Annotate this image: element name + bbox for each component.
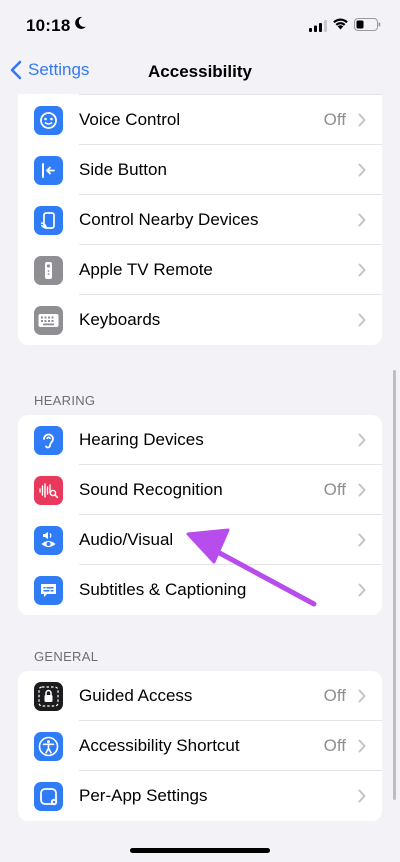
row-value: Off — [323, 736, 346, 755]
side-button-icon — [34, 156, 63, 185]
scroll-indicator[interactable] — [393, 370, 396, 800]
row-voice-control[interactable]: Voice Control Off — [18, 95, 382, 145]
row-label: Guided Access — [79, 686, 193, 705]
chevron-right-icon — [358, 739, 366, 758]
accessibility-icon — [34, 732, 63, 761]
subtitles-icon — [34, 576, 63, 605]
chevron-right-icon — [358, 689, 366, 708]
ear-icon — [34, 426, 63, 455]
chevron-right-icon — [358, 163, 366, 182]
cellular-signal-icon — [309, 19, 327, 37]
keyboard-icon — [34, 306, 63, 335]
battery-icon — [354, 18, 381, 36]
status-time: 10:18 — [26, 16, 71, 35]
row-label: Voice Control — [79, 110, 181, 129]
tv-remote-icon — [34, 256, 63, 285]
row-value: Off — [323, 110, 346, 129]
row-per-app-settings[interactable]: Per-App Settings — [18, 771, 382, 821]
per-app-icon — [34, 782, 63, 811]
chevron-right-icon — [358, 533, 366, 552]
settings-list[interactable]: Voice Control Off Side Button Control Ne… — [0, 94, 400, 862]
chevron-right-icon — [358, 113, 366, 132]
status-bar: 10:18 — [0, 0, 400, 52]
row-label: Control Nearby Devices — [79, 210, 259, 229]
row-label: Hearing Devices — [79, 430, 204, 449]
home-indicator[interactable] — [130, 848, 270, 853]
general-group: Guided Access Off Accessibility Shortcut… — [18, 671, 382, 821]
chevron-right-icon — [358, 213, 366, 232]
row-label: Apple TV Remote — [79, 260, 213, 279]
row-label: Keyboards — [79, 310, 161, 329]
row-sound-recognition[interactable]: Sound Recognition Off — [18, 465, 382, 515]
row-guided-access[interactable]: Guided Access Off — [18, 671, 382, 721]
row-label: Sound Recognition — [79, 480, 223, 499]
chevron-right-icon — [358, 433, 366, 452]
row-keyboards[interactable]: Keyboards — [18, 295, 382, 345]
row-hearing-devices[interactable]: Hearing Devices — [18, 415, 382, 465]
guided-access-icon — [34, 682, 63, 711]
wifi-icon — [332, 17, 349, 35]
row-control-nearby-devices[interactable]: Control Nearby Devices — [18, 195, 382, 245]
sound-recognition-icon — [34, 476, 63, 505]
chevron-right-icon — [358, 483, 366, 502]
chevron-right-icon — [358, 789, 366, 808]
row-label: Audio/Visual — [79, 530, 174, 549]
section-header-hearing: HEARING — [34, 393, 96, 408]
chevron-right-icon — [358, 313, 366, 332]
row-side-button[interactable]: Side Button — [18, 145, 382, 195]
row-label: Side Button — [79, 160, 167, 179]
annotation-arrow-icon — [186, 528, 317, 607]
audio-visual-icon — [34, 526, 63, 555]
row-value: Off — [323, 480, 346, 499]
section-header-general: GENERAL — [34, 649, 99, 664]
row-label: Accessibility Shortcut — [79, 736, 240, 755]
row-label: Per-App Settings — [79, 786, 208, 805]
chevron-right-icon — [358, 263, 366, 282]
nearby-devices-icon — [34, 206, 63, 235]
interaction-group: Voice Control Off Side Button Control Ne… — [18, 94, 382, 345]
navigation-bar: Settings Accessibility — [0, 52, 400, 92]
row-accessibility-shortcut[interactable]: Accessibility Shortcut Off — [18, 721, 382, 771]
row-value: Off — [323, 686, 346, 705]
voice-control-icon — [34, 106, 63, 135]
chevron-right-icon — [358, 583, 366, 602]
page-title: Accessibility — [148, 62, 252, 81]
row-apple-tv-remote[interactable]: Apple TV Remote — [18, 245, 382, 295]
do-not-disturb-moon-icon — [73, 16, 87, 35]
